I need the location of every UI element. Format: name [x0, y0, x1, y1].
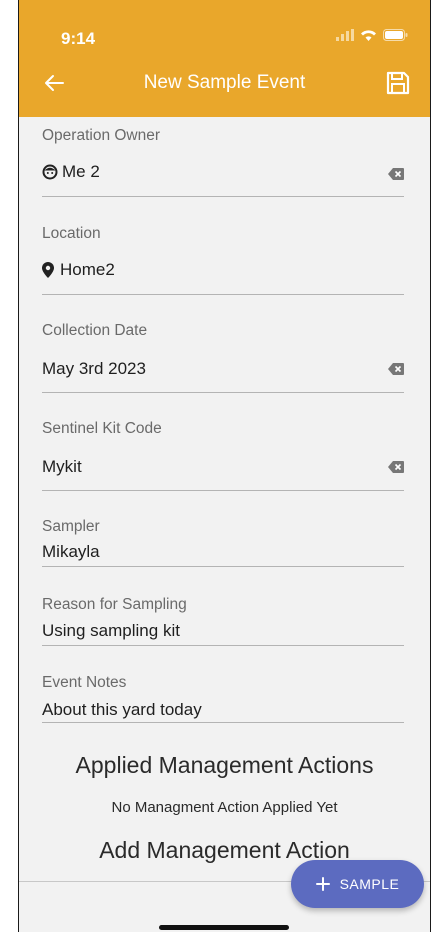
status-icons — [336, 29, 408, 41]
location-pin-icon — [42, 262, 54, 278]
management-empty-text: No Managment Action Applied Yet — [111, 799, 338, 816]
notes-value: About this yard today — [42, 700, 202, 719]
add-sample-label: SAMPLE — [339, 876, 400, 892]
notes-label: Event Notes — [42, 674, 127, 691]
save-icon[interactable] — [385, 70, 411, 96]
add-sample-button[interactable]: SAMPLE — [291, 860, 424, 908]
kit-code-label: Sentinel Kit Code — [42, 420, 162, 437]
management-title: Applied Management Actions — [75, 752, 374, 778]
collection-date-field[interactable]: Collection Date May 3rd 2023 — [42, 322, 404, 394]
reason-underline — [42, 645, 404, 646]
clear-icon[interactable] — [388, 168, 404, 180]
notes-underline — [42, 722, 404, 723]
signal-icon — [336, 29, 354, 41]
location-underline — [42, 294, 404, 295]
wifi-icon — [361, 30, 376, 41]
app-header: 9:14 New Sample Event — [19, 0, 430, 117]
reason-field[interactable]: Reason for Sampling Using sampling kit — [42, 596, 404, 648]
plus-icon — [315, 877, 330, 891]
sampler-underline — [42, 566, 404, 567]
kit-code-underline — [42, 490, 404, 491]
kit-code-field[interactable]: Sentinel Kit Code Mykit — [42, 420, 404, 492]
reason-label: Reason for Sampling — [42, 596, 187, 613]
app-frame: 9:14 New Sample Event Operation Owner Me… — [18, 0, 431, 932]
location-label: Location — [42, 225, 101, 242]
operation-owner-value: Me 2 — [62, 162, 100, 181]
status-time: 9:14 — [61, 29, 96, 48]
sampler-field[interactable]: Sampler Mikayla — [42, 518, 404, 570]
operation-owner-underline — [42, 196, 404, 197]
page-title: New Sample Event — [143, 72, 306, 93]
sampler-value: Mikayla — [42, 542, 100, 561]
operation-owner-field[interactable]: Operation Owner Me 2 — [42, 127, 404, 199]
reason-value: Using sampling kit — [42, 621, 180, 640]
clear-icon[interactable] — [388, 461, 404, 473]
location-value: Home2 — [60, 260, 115, 279]
location-field[interactable]: Location Home2 — [42, 225, 404, 297]
home-indicator — [159, 925, 289, 930]
face-icon — [42, 164, 58, 180]
collection-date-underline — [42, 392, 404, 393]
clear-icon[interactable] — [388, 363, 404, 375]
sampler-label: Sampler — [42, 518, 100, 535]
notes-field[interactable]: Event Notes About this yard today — [42, 674, 404, 726]
collection-date-value: May 3rd 2023 — [42, 359, 146, 378]
battery-icon — [383, 29, 408, 41]
kit-code-value: Mykit — [42, 457, 82, 476]
collection-date-label: Collection Date — [42, 322, 148, 339]
operation-owner-label: Operation Owner — [42, 127, 161, 144]
